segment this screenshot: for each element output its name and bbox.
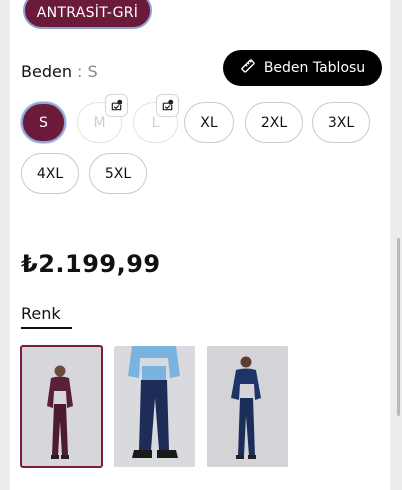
size-option-label: XL <box>200 114 218 131</box>
ruler-icon <box>240 58 256 78</box>
size-label-row: Beden : S <box>21 62 98 81</box>
size-option-label: 3XL <box>327 114 355 131</box>
color-variant-skyblue-navy[interactable] <box>114 346 195 467</box>
selected-color-label: ANTRASİT-GRİ <box>36 4 139 21</box>
size-option-label: M <box>93 114 106 131</box>
maroon-tracksuit-image <box>21 346 102 467</box>
size-option-s[interactable]: S <box>21 102 66 143</box>
color-variant-maroon[interactable] <box>20 345 103 468</box>
skyblue-navy-tracksuit-image <box>114 346 195 467</box>
page-scrollbar[interactable] <box>397 238 400 416</box>
selected-color-chip[interactable]: ANTRASİT-GRİ <box>23 0 152 29</box>
size-option-label: S <box>39 114 48 131</box>
size-table-label: Beden Tablosu <box>263 60 366 76</box>
size-option-label: L <box>151 114 160 131</box>
size-option-4xl[interactable]: 4XL <box>21 153 79 194</box>
product-price: ₺2.199,99 <box>21 250 161 278</box>
size-table-button[interactable]: Beden Tablosu <box>223 50 382 86</box>
size-option-label: 4XL <box>36 165 64 182</box>
navy-tracksuit-image <box>207 346 288 467</box>
size-option-2xl[interactable]: 2XL <box>245 102 303 143</box>
size-option-5xl[interactable]: 5XL <box>89 153 147 194</box>
size-separator: : <box>71 62 88 81</box>
product-options-card: ANTRASİT-GRİ Beden : S Beden Tablosu S M… <box>10 0 390 490</box>
color-variant-navy[interactable] <box>207 346 288 467</box>
color-section-underline <box>21 327 72 329</box>
size-option-label: 5XL <box>104 165 132 182</box>
size-option-xl[interactable]: XL <box>184 102 234 143</box>
stock-alert-icon[interactable] <box>156 94 179 117</box>
stock-alert-icon[interactable] <box>105 94 128 117</box>
size-label: Beden <box>21 62 72 81</box>
size-option-3xl[interactable]: 3XL <box>312 102 370 143</box>
size-option-label: 2XL <box>260 114 288 131</box>
selected-size-value: S <box>87 62 98 81</box>
color-section-title: Renk <box>21 304 61 323</box>
